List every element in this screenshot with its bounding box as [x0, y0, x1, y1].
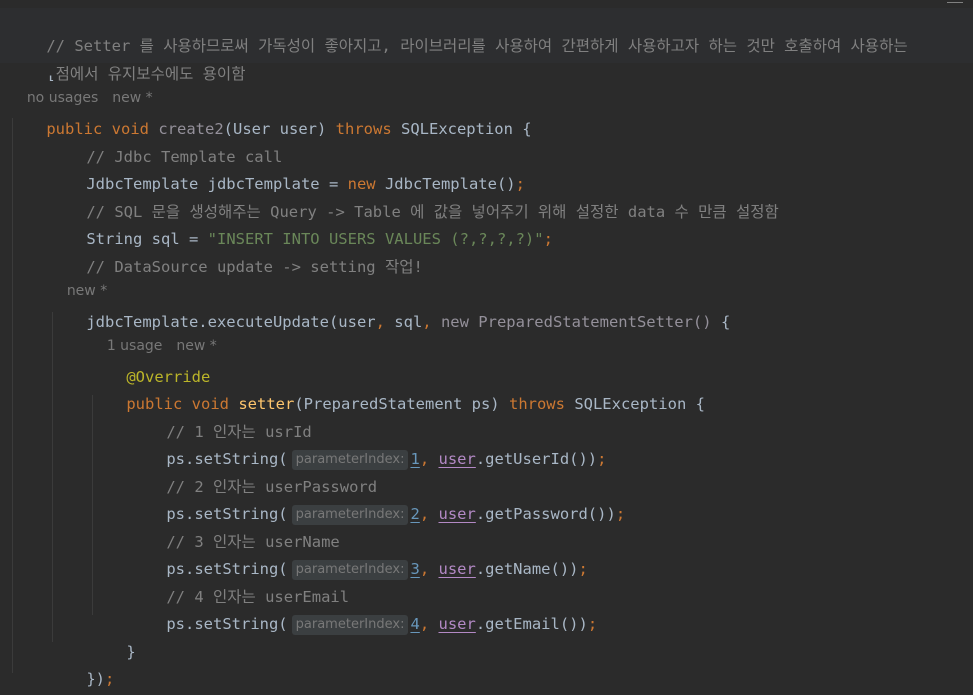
- keyword: throws: [508, 395, 565, 413]
- code-line-comment[interactable]: // Jdbc Template call: [49, 121, 282, 166]
- code-vision-hint[interactable]: new *: [49, 261, 107, 299]
- code-line-comment-wrap[interactable]: ⸤점에서 유지보수에도 용이함: [9, 38, 245, 83]
- set-string-call: ps.setString(: [166, 615, 288, 633]
- user-reference[interactable]: user: [439, 560, 476, 578]
- code-line-setter-signature[interactable]: public void setter(PreparedStatement ps)…: [89, 368, 705, 413]
- indent-guide: [52, 312, 53, 642]
- parameter-index: 1: [410, 450, 420, 468]
- code-vision-hint[interactable]: 1 usage new *: [89, 316, 217, 354]
- code-line-annotation[interactable]: @Override: [89, 341, 210, 386]
- getter-call: .getEmail()): [475, 615, 588, 633]
- code-line-comment[interactable]: // 2 인자는 userPassword: [129, 451, 377, 496]
- semicolon: ;: [105, 670, 115, 688]
- code-line-comment[interactable]: // 3 인자는 userName: [129, 506, 339, 551]
- code-line-set-string[interactable]: ps.setString(parameterIndex: 3, user.getN…: [129, 533, 588, 580]
- parameter-name-hint: parameterIndex:: [291, 615, 409, 635]
- open-brace: {: [711, 313, 731, 331]
- code-line-set-string[interactable]: ps.setString(parameterIndex: 1, user.getU…: [129, 423, 607, 470]
- method-params: (PreparedStatement ps): [294, 395, 509, 413]
- semicolon: ;: [597, 450, 607, 468]
- indent-guide: [12, 118, 13, 673]
- getter-call: .getName()): [475, 560, 579, 578]
- comma: ,: [419, 560, 430, 578]
- code-line-method-signature[interactable]: public void create2(User user) throws SQ…: [9, 93, 531, 138]
- getter-call: .getUserId()): [475, 450, 598, 468]
- keyword: throws: [335, 120, 392, 138]
- code-line-comment[interactable]: // DataSource update -> setting 작업!: [49, 231, 422, 276]
- semicolon: ;: [578, 560, 588, 578]
- exception-type: SQLException {: [564, 395, 705, 413]
- user-reference[interactable]: user: [439, 505, 476, 523]
- comma: ,: [419, 505, 430, 523]
- semicolon: ;: [615, 505, 626, 523]
- close-call: }): [86, 670, 105, 688]
- code-line-comment[interactable]: // 1 인자는 usrId: [129, 396, 311, 441]
- code-line-set-string[interactable]: ps.setString(parameterIndex: 2, user.getP…: [129, 478, 625, 525]
- anonymous-class: new PreparedStatementSetter(): [431, 313, 712, 331]
- comma: ,: [375, 313, 385, 331]
- comma: ,: [419, 615, 430, 633]
- code-vision-hint[interactable]: no usages new *: [9, 68, 153, 106]
- code-line-comment[interactable]: // 4 인자는 userEmail: [129, 561, 349, 606]
- code-line-comment[interactable]: // SQL 문을 생성해주는 Query -> Table 에 값을 넣어주기…: [49, 176, 778, 221]
- code-line-sql-decl[interactable]: String sql = "INSERT INTO USERS VALUES (…: [49, 203, 553, 248]
- editor-corner-icon: [947, 0, 963, 3]
- code-line-execute-update[interactable]: jdbcTemplate.executeUpdate(user, sql, ne…: [49, 286, 730, 331]
- comment-text: // DataSource update -> setting 작업!: [86, 258, 423, 276]
- parameter-index: 3: [410, 560, 420, 578]
- code-line-close-call[interactable]: });: [49, 643, 114, 688]
- parameter-index: 4: [410, 615, 420, 633]
- semicolon: ;: [587, 615, 598, 633]
- user-reference[interactable]: user: [439, 615, 476, 633]
- code-line-comment[interactable]: // Setter 를 사용하므로써 가독성이 좋아지고, 라이브러리를 사용하…: [9, 10, 907, 55]
- semicolon: ;: [543, 230, 553, 248]
- sql-argument: sql: [384, 313, 423, 331]
- exception-type: SQLException {: [391, 120, 532, 138]
- getter-call: .getPassword()): [475, 505, 616, 523]
- user-reference[interactable]: user: [439, 450, 476, 468]
- code-line-close-setter[interactable]: }: [89, 616, 135, 661]
- code-line-template-decl[interactable]: JdbcTemplate jdbcTemplate = new JdbcTemp…: [49, 148, 525, 193]
- close-brace: }: [126, 643, 136, 661]
- comma: ,: [419, 450, 430, 468]
- comma: ,: [422, 313, 432, 331]
- code-line-close-method[interactable]: }: [9, 671, 56, 695]
- parameter-index: 2: [410, 505, 420, 523]
- code-editor[interactable]: // Setter 를 사용하므로써 가독성이 좋아지고, 라이브러리를 사용하…: [0, 0, 973, 695]
- code-line-set-string[interactable]: ps.setString(parameterIndex: 4, user.getE…: [129, 588, 597, 635]
